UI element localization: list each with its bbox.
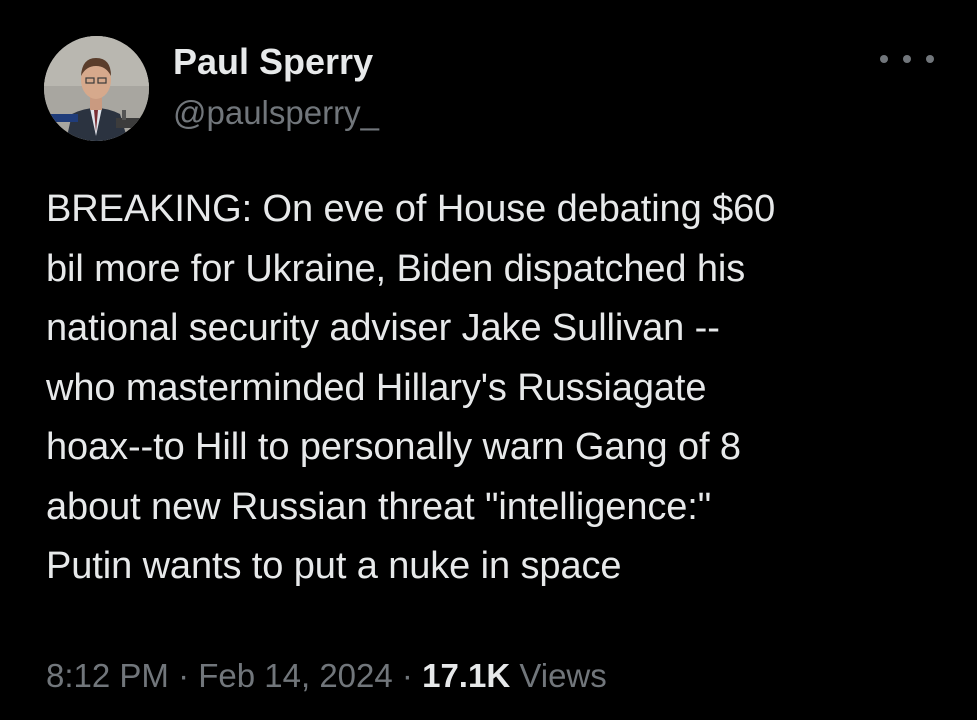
author-handle[interactable]: @paulsperry_ — [173, 92, 379, 134]
more-dot-icon — [880, 55, 888, 63]
separator: · — [401, 657, 413, 694]
tweet-card: Paul Sperry @paulsperry_ BREAKING: On ev… — [0, 0, 977, 720]
tweet-text: BREAKING: On eve of House debating $60 b… — [46, 188, 776, 587]
separator: · — [178, 657, 190, 694]
views-count[interactable]: 17.1K — [422, 657, 510, 694]
tweet-date[interactable]: Feb 14, 2024 — [198, 657, 393, 694]
more-options-button[interactable] — [880, 44, 934, 74]
more-dot-icon — [926, 55, 934, 63]
avatar-photo-icon — [44, 36, 149, 141]
tweet-metadata: 8:12 PM · Feb 14, 2024 · 17.1K Views — [46, 654, 607, 698]
author-name[interactable]: Paul Sperry — [173, 40, 373, 84]
views-label: Views — [519, 657, 607, 694]
tweet-time[interactable]: 8:12 PM — [46, 657, 169, 694]
more-dot-icon — [903, 55, 911, 63]
author-avatar[interactable] — [44, 36, 149, 141]
